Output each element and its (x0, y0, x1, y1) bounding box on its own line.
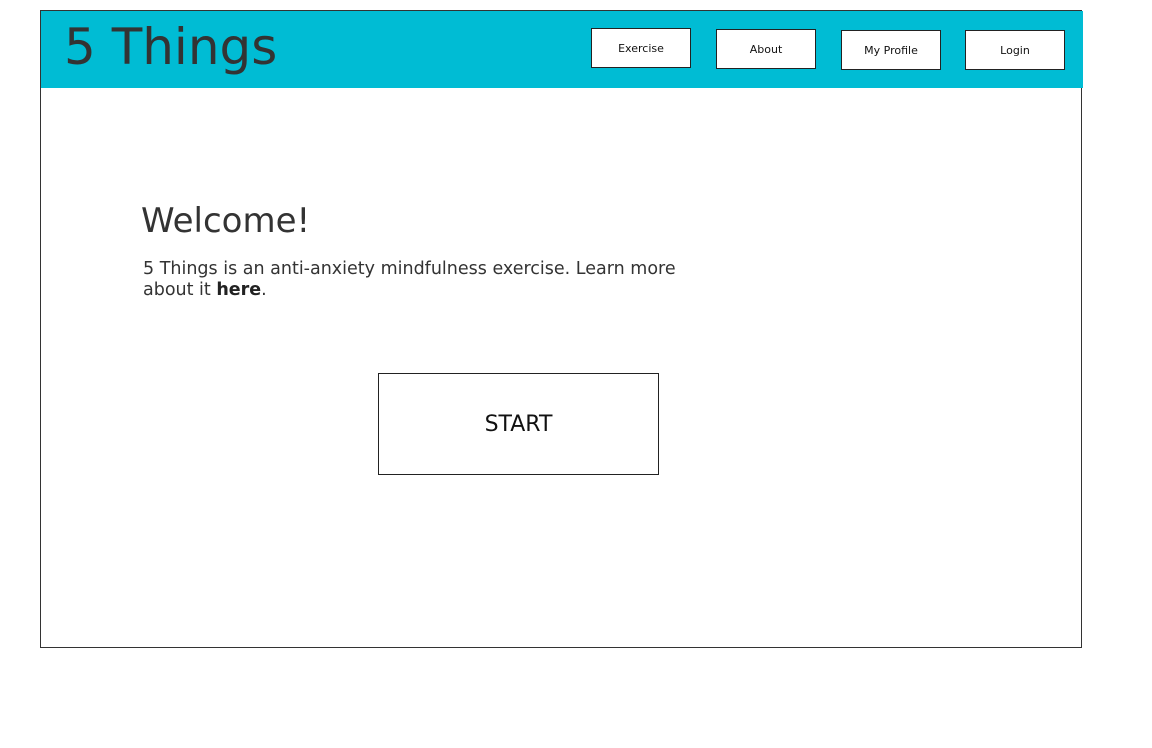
nav-my-profile-button[interactable]: My Profile (841, 30, 941, 70)
start-button-label: START (484, 411, 553, 437)
nav-login-label: Login (1000, 43, 1030, 57)
intro-period: . (261, 280, 267, 300)
learn-more-link[interactable]: here (216, 280, 261, 300)
nav-about-button[interactable]: About (716, 29, 816, 69)
nav-about-label: About (749, 42, 783, 56)
start-button[interactable]: START (378, 373, 659, 475)
nav-login-button[interactable]: Login (965, 30, 1065, 70)
header-bar: 5 Things Exercise About My Profile Login (41, 11, 1083, 88)
page-frame: 5 Things Exercise About My Profile Login… (40, 10, 1083, 648)
nav-exercise-button[interactable]: Exercise (591, 28, 691, 68)
nav-my-profile-label: My Profile (864, 43, 918, 57)
nav-exercise-label: Exercise (618, 41, 664, 55)
welcome-heading: Welcome! (141, 201, 311, 241)
intro-paragraph: 5 Things is an anti-anxiety mindfulness … (143, 259, 703, 301)
site-logo[interactable]: 5 Things (64, 17, 277, 77)
